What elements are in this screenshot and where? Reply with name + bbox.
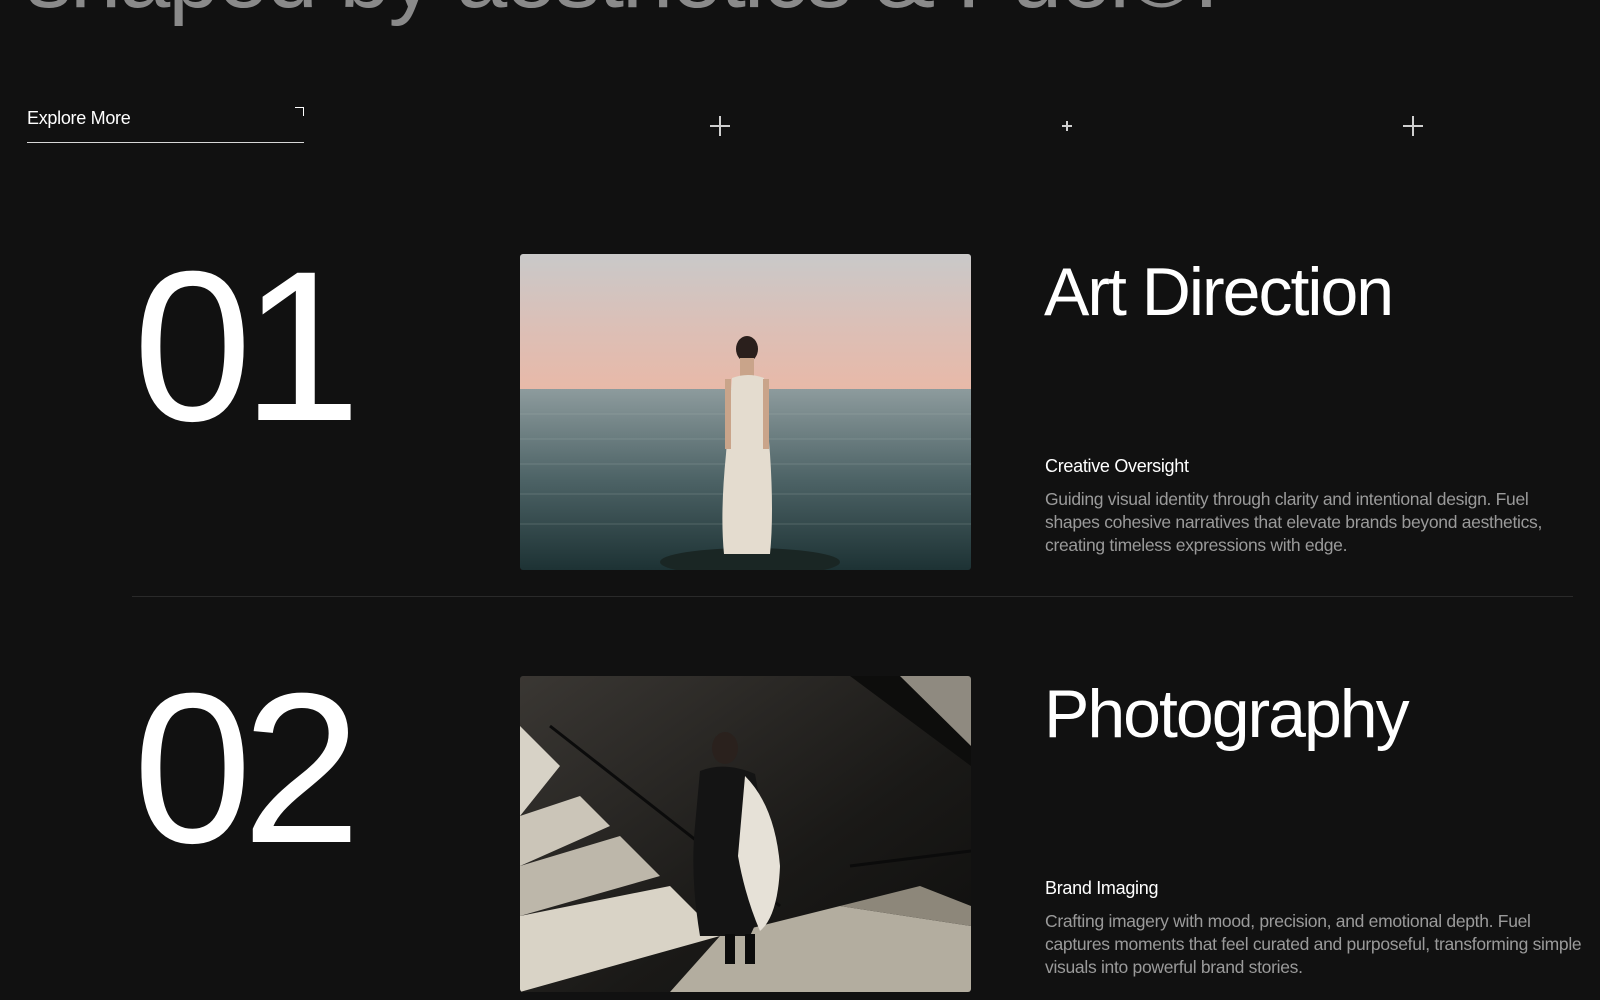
section-divider [132,596,1573,597]
service-number: 01 [133,227,361,466]
service-image-art-direction [520,254,971,570]
plus-icon [1403,116,1423,136]
plus-icon [710,116,730,136]
service-subtitle: Creative Oversight [1045,456,1189,476]
services-page: shaped by aesthetics & Fuel®. Explore Mo… [0,0,1600,1000]
staircase-portrait-photo [520,676,971,992]
explore-more-label: Explore More [27,108,131,128]
explore-more-link[interactable]: Explore More [27,100,304,143]
hero-headline: shaped by aesthetics & Fuel®. [26,0,1219,22]
service-number: 02 [133,649,361,888]
service-title: Art Direction [1044,254,1394,330]
arrow-up-right-icon [295,107,304,116]
service-description: Crafting imagery with mood, precision, a… [1045,911,1582,977]
service-description: Guiding visual identity through clarity … [1045,489,1543,555]
plus-icon [1062,121,1072,131]
service-image-photography [520,676,971,992]
service-subtitle: Brand Imaging [1045,878,1159,898]
service-title: Photography [1044,676,1410,752]
sea-portrait-photo [520,254,971,570]
